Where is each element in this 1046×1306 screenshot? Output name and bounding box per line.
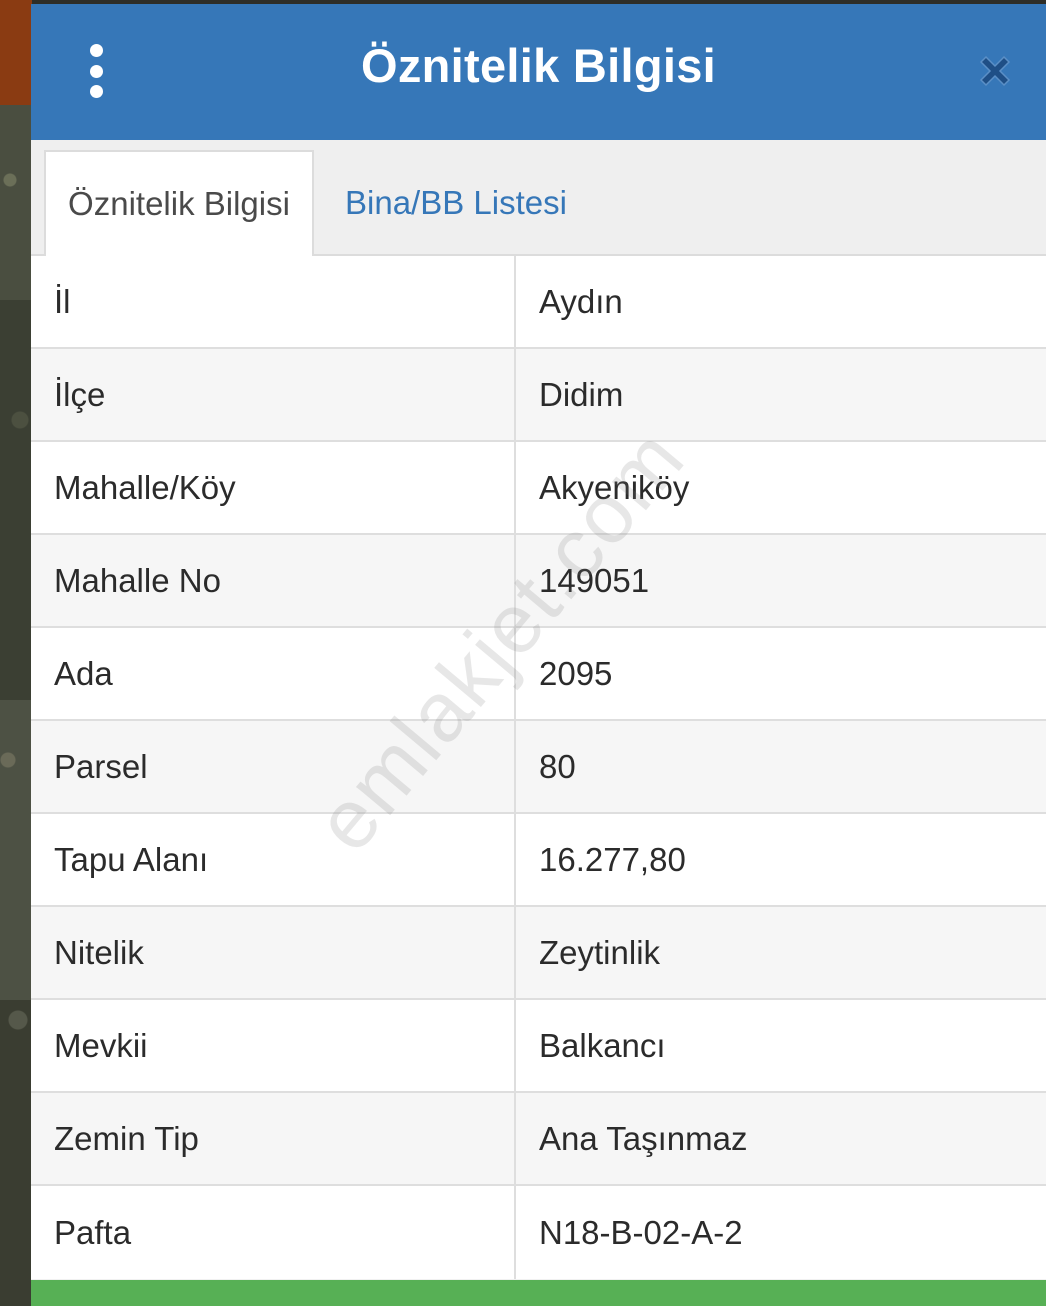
row-key: Zemin Tip <box>31 1093 516 1184</box>
row-key: Tapu Alanı <box>31 814 516 905</box>
row-value: 149051 <box>539 561 650 599</box>
row-key: Pafta <box>31 1186 516 1279</box>
table-row: Tapu Alanı 16.277,80 <box>31 814 1046 907</box>
table-row: İlçe Didim <box>31 349 1046 442</box>
tab-bar: Öznitelik Bilgisi Bina/BB Listesi <box>31 140 1046 256</box>
footer-bar <box>31 1280 1046 1306</box>
row-value: Balkancı <box>539 1026 666 1064</box>
row-value: Didim <box>539 375 624 413</box>
row-value: N18-B-02-A-2 <box>539 1213 743 1251</box>
row-key: Mevkii <box>31 1000 516 1091</box>
row-value: Aydın <box>539 282 623 320</box>
row-key: Nitelik <box>31 907 516 998</box>
row-key: İlçe <box>31 349 516 440</box>
panel-title: Öznitelik Bilgisi <box>360 39 717 92</box>
table-row: İl Aydın <box>31 256 1046 349</box>
row-key: Mahalle No <box>31 535 516 626</box>
row-key: İl <box>31 256 516 347</box>
tab-attribute-info[interactable]: Öznitelik Bilgisi <box>44 150 314 256</box>
map-background <box>0 0 32 1306</box>
row-value: Ana Taşınmaz <box>539 1119 748 1157</box>
attribute-info-panel: Öznitelik Bilgisi Öznitelik Bilgisi Bina… <box>31 4 1046 1306</box>
row-value: 16.277,80 <box>539 840 686 878</box>
table-row: Nitelik Zeytinlik <box>31 907 1046 1000</box>
row-value: 80 <box>539 747 576 785</box>
row-key: Mahalle/Köy <box>31 442 516 533</box>
row-key: Parsel <box>31 721 516 812</box>
table-row: Mevkii Balkancı <box>31 1000 1046 1093</box>
row-value: Zeytinlik <box>539 933 661 971</box>
close-icon[interactable] <box>975 51 1015 91</box>
row-value: 2095 <box>539 654 613 692</box>
table-row: Parsel 80 <box>31 721 1046 814</box>
table-row: Ada 2095 <box>31 628 1046 721</box>
table-row: Zemin Tip Ana Taşınmaz <box>31 1093 1046 1186</box>
table-row: Mahalle/Köy Akyeniköy <box>31 442 1046 535</box>
row-key: Ada <box>31 628 516 719</box>
attribute-table: İl Aydın İlçe Didim Mahalle/Köy Akyenikö… <box>31 256 1046 1279</box>
table-row: Mahalle No 149051 <box>31 535 1046 628</box>
tab-building-list[interactable]: Bina/BB Listesi <box>343 150 643 256</box>
row-value: Akyeniköy <box>539 468 690 506</box>
table-row: Pafta N18-B-02-A-2 <box>31 1186 1046 1279</box>
panel-header: Öznitelik Bilgisi <box>31 4 1046 140</box>
